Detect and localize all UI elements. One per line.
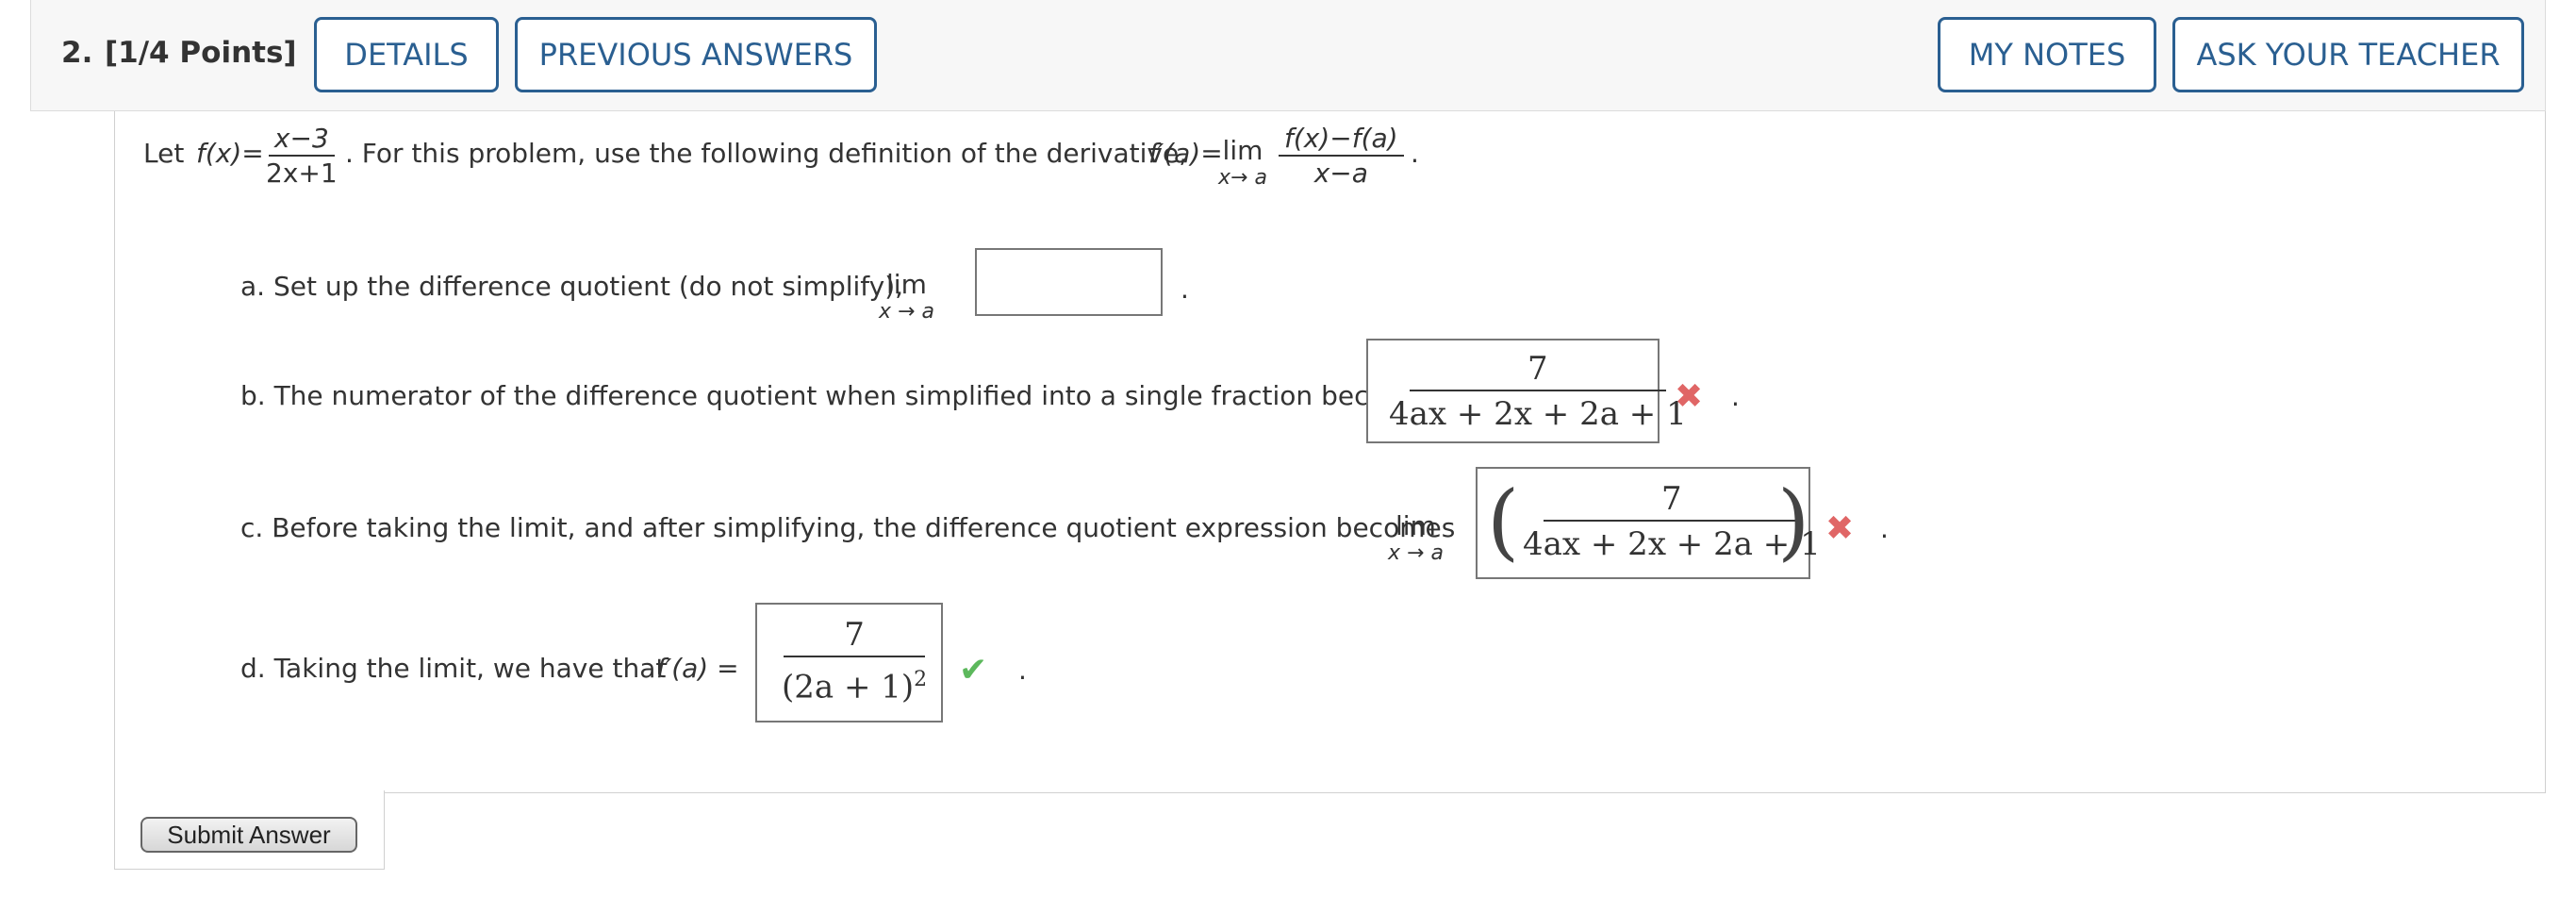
part-d-fraction: 7 (2a + 1)2: [778, 614, 931, 709]
definition-denominator: x−a: [1313, 158, 1368, 189]
part-b-numerator: 7: [1527, 350, 1548, 388]
incorrect-icon: ✖: [1825, 509, 1855, 548]
part-b-text: b. The numerator of the difference quoti…: [240, 380, 1441, 411]
my-notes-button[interactable]: MY NOTES: [1938, 17, 2156, 92]
period: .: [1880, 513, 1889, 544]
function-label: f(x)=: [196, 138, 264, 169]
question-number: 2.: [61, 36, 93, 70]
definition-numerator: f(x)−f(a): [1279, 123, 1404, 157]
period: .: [1018, 655, 1027, 686]
close-parenthesis: ): [1777, 473, 1810, 570]
part-c-answer-box[interactable]: ( 7 4ax + 2x + 2a + 1 ): [1476, 467, 1821, 579]
part-a-text: a. Set up the difference quotient (do no…: [240, 271, 904, 302]
open-parenthesis: (: [1487, 473, 1520, 570]
definition-limit: lim x→ a: [1218, 136, 1267, 191]
let-text: Let: [143, 138, 185, 169]
part-b-denominator: 4ax + 2x + 2a + 1: [1389, 395, 1687, 433]
question-points: [1/4 Points]: [105, 36, 297, 70]
limit-text: lim: [1222, 135, 1263, 166]
limit-text: lim: [1395, 510, 1436, 541]
limit-subscript: x → a: [879, 300, 934, 324]
part-c-numerator: 7: [1661, 480, 1682, 518]
previous-answers-button[interactable]: PREVIOUS ANSWERS: [515, 17, 877, 92]
part-d-numerator: 7: [844, 616, 865, 654]
problem-instruction: . For this problem, use the following de…: [345, 138, 1188, 169]
denominator-exponent: 2: [914, 668, 928, 691]
ask-your-teacher-button[interactable]: ASK YOUR TEACHER: [2172, 17, 2524, 92]
part-d-answer-box[interactable]: 7 (2a + 1)2: [755, 603, 943, 723]
limit-text: lim: [886, 269, 927, 300]
part-b-answer-box[interactable]: 7 4ax + 2x + 2a + 1: [1366, 339, 1687, 443]
limit-subscript: x→ a: [1218, 166, 1267, 190]
derivative-label: f′(a) =: [656, 653, 739, 684]
derivative-label: f′(a)=: [1148, 138, 1223, 169]
denominator-base: (2a + 1): [782, 668, 915, 706]
part-a-limit: lim x → a: [879, 270, 934, 324]
period: .: [1181, 274, 1189, 305]
part-c-text: c. Before taking the limit, and after si…: [240, 512, 1456, 543]
submit-answer-button[interactable]: Submit Answer: [140, 817, 357, 853]
function-denominator: 2x+1: [266, 158, 338, 189]
details-button[interactable]: DETAILS: [314, 17, 499, 92]
correct-checkmark-icon: ✔: [959, 651, 988, 689]
period: .: [1411, 138, 1419, 169]
part-b-fraction: 7 4ax + 2x + 2a + 1: [1385, 348, 1691, 437]
incorrect-icon: ✖: [1675, 377, 1704, 416]
definition-fraction: f(x)−f(a) x−a: [1279, 123, 1404, 191]
function-numerator: x−3: [268, 123, 335, 157]
function-fraction: x−3 2x+1: [260, 123, 343, 191]
question-body: [114, 111, 2546, 793]
part-a-answer-input[interactable]: [975, 248, 1163, 316]
question-header: 2. [1/4 Points] DETAILS PREVIOUS ANSWERS…: [30, 0, 2546, 111]
part-c-limit: lim x → a: [1388, 511, 1444, 566]
period: .: [1731, 381, 1740, 412]
part-d-denominator: (2a + 1)2: [778, 657, 931, 709]
limit-subscript: x → a: [1388, 541, 1444, 565]
part-d-text: d. Taking the limit, we have that: [240, 653, 667, 684]
